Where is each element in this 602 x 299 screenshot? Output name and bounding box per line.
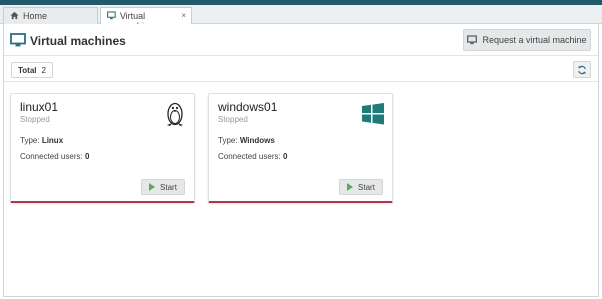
vm-name: windows01 [218,100,278,114]
vm-card-windows01[interactable]: windows01 Stopped Type: Windows Connecte… [208,93,393,203]
main-panel: Virtual machines Request a virtual machi… [3,24,599,297]
vm-connected-users: Connected users: 0 [20,152,89,161]
vm-type-value: Windows [239,136,275,145]
vm-type-label: Type: [20,136,40,145]
vm-type: Type: Linux [20,136,63,145]
start-label: Start [358,182,375,192]
list-toolbar: Total 2 [4,56,598,82]
monitor-icon [467,35,478,45]
start-button[interactable]: Start [339,179,383,195]
request-vm-button[interactable]: Request a virtual machine [463,29,591,51]
play-icon [347,183,354,191]
monitor-icon [107,11,116,20]
refresh-button[interactable] [573,61,591,78]
start-button[interactable]: Start [141,179,185,195]
total-badge: Total 2 [11,62,53,78]
vm-type-value: Linux [41,136,64,145]
windows-logo-icon [362,103,384,125]
vm-connected-users: Connected users: 0 [218,152,287,161]
page-title: Virtual machines [30,34,126,48]
start-label: Start [160,182,177,192]
refresh-icon [578,65,586,74]
vm-name: linux01 [20,100,59,114]
monitor-icon [10,33,26,47]
home-icon [10,11,19,20]
vm-type-label: Type: [218,136,238,145]
tab-strip: Home Virtual machines × [0,5,602,31]
tab-home-label: Home [23,11,48,21]
total-count: 2 [41,66,46,75]
vm-state: Stopped [218,115,248,124]
linux-tux-icon [167,102,183,126]
vm-users-label: Connected users: [20,152,83,161]
vm-users-value: 0 [282,152,288,161]
vm-users-label: Connected users: [218,152,281,161]
vm-card-linux01[interactable]: linux01 Stopped Type: Linux Connected us… [10,93,195,203]
request-vm-label: Request a virtual machine [482,35,587,45]
tab-home[interactable]: Home [3,7,98,25]
vm-users-value: 0 [84,152,90,161]
total-label: Total [18,66,37,75]
vm-state: Stopped [20,115,50,124]
vm-type: Type: Windows [218,136,275,145]
page-header: Virtual machines Request a virtual machi… [4,24,598,56]
play-icon [149,183,156,191]
close-icon[interactable]: × [181,11,186,20]
